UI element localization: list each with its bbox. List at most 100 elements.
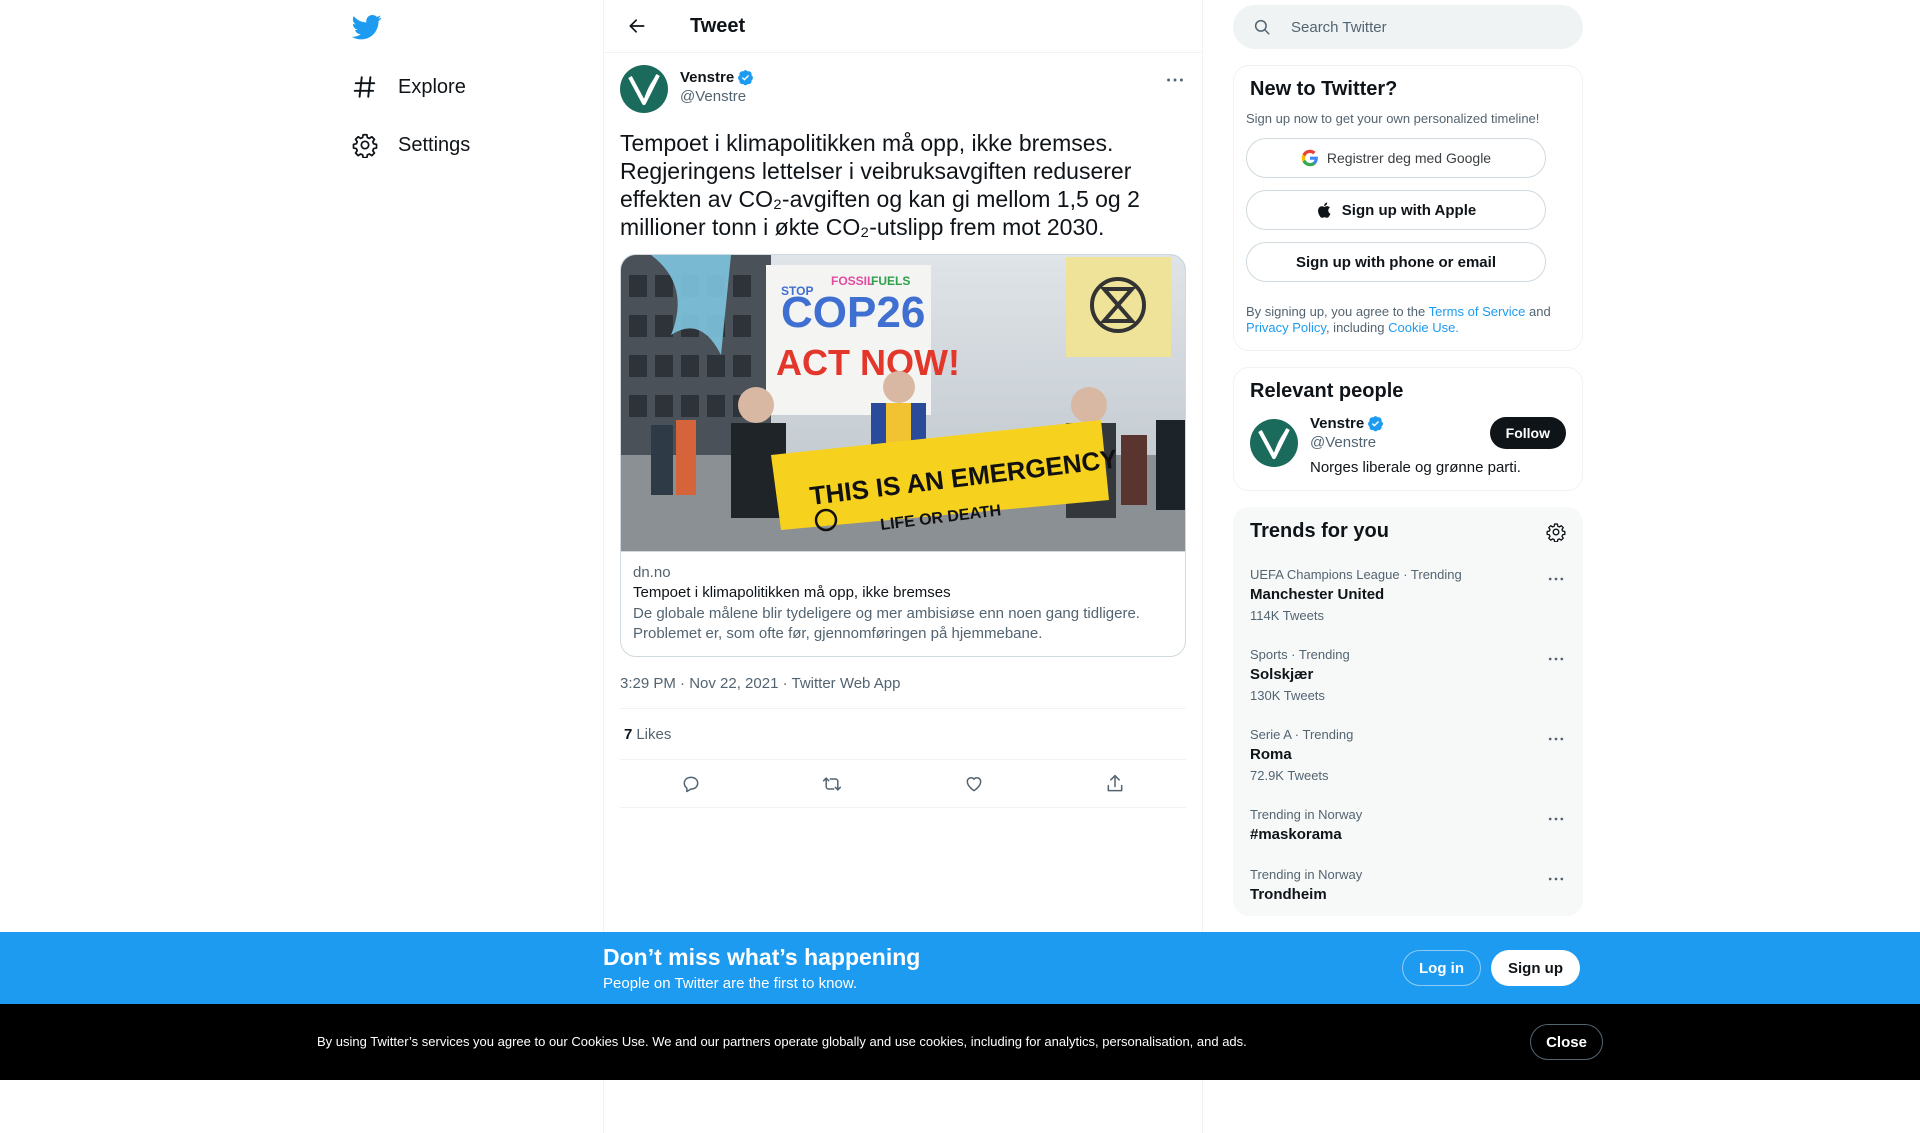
- retweet-button[interactable]: [815, 767, 849, 801]
- avatar[interactable]: [620, 65, 668, 113]
- signup-button[interactable]: Sign up: [1491, 950, 1580, 986]
- nav-explore[interactable]: Explore: [352, 67, 466, 107]
- twitter-logo-icon[interactable]: [352, 12, 382, 42]
- trend-name: Manchester United: [1250, 586, 1385, 603]
- back-button[interactable]: [620, 9, 654, 43]
- tweet: Venstre @Venstre Tempoet i klimapolitikk…: [604, 53, 1202, 808]
- trend-count: 72.9K Tweets: [1250, 768, 1329, 783]
- heart-icon: [966, 776, 982, 791]
- follow-button[interactable]: Follow: [1489, 417, 1566, 449]
- trend-item[interactable]: Trending in Norway Trondheim: [1234, 855, 1582, 915]
- tweet-actions: [620, 760, 1186, 808]
- banner-act-now: ACT NOW!: [776, 342, 960, 383]
- more-icon[interactable]: [1546, 729, 1566, 749]
- avatar[interactable]: [1250, 419, 1298, 467]
- hashtag-icon: [353, 76, 376, 98]
- trend-count: 114K Tweets: [1250, 608, 1324, 623]
- card-body: dn.no Tempoet i klimapolitikken må opp, …: [621, 551, 1185, 656]
- share-button[interactable]: [1098, 767, 1132, 801]
- trend-item[interactable]: Trending in Norway #maskorama: [1234, 795, 1582, 855]
- link-card[interactable]: COP26 ACT NOW! STOP FOSSIL FUELS THIS IS…: [620, 254, 1186, 657]
- banner-fossil: FOSSIL: [831, 274, 874, 288]
- login-button[interactable]: Log in: [1402, 950, 1481, 986]
- cookie-banner: By using Twitter’s services you agree to…: [0, 1004, 1920, 1080]
- google-signup-label: Registrer deg med Google: [1326, 150, 1492, 166]
- more-icon[interactable]: [1546, 649, 1566, 669]
- trend-meta: UEFA Champions League · Trending: [1250, 567, 1462, 582]
- relevant-people-box: Relevant people Venstre @Venstre Norges …: [1233, 367, 1583, 491]
- google-icon: [1301, 149, 1318, 167]
- trend-meta: Trending in Norway: [1250, 867, 1363, 882]
- reply-icon: [683, 776, 699, 792]
- signup-prompt-title: Don’t miss what’s happening: [603, 944, 921, 970]
- cookie-link[interactable]: Cookie Use.: [1388, 320, 1459, 335]
- cookie-close-button[interactable]: Close: [1530, 1024, 1603, 1060]
- trend-name: Roma: [1250, 746, 1292, 763]
- card-description: De globale målene blir tydeligere og mer…: [633, 605, 1140, 642]
- tweet-author-row: Venstre @Venstre: [620, 65, 1186, 117]
- right-sidebar: New to Twitter? Sign up now to get your …: [1233, 0, 1583, 916]
- google-signup-button[interactable]: Registrer deg med Google: [1246, 138, 1546, 178]
- person-handle: @Venstre: [1310, 434, 1377, 451]
- venstre-logo-icon: [628, 74, 660, 105]
- share-icon: [1107, 774, 1123, 791]
- apple-signup-label: Sign up with Apple: [1341, 201, 1477, 219]
- card-title: Tempoet i klimapolitikken må opp, ikke b…: [633, 584, 951, 601]
- gear-icon[interactable]: [1546, 522, 1566, 542]
- apple-signup-button[interactable]: Sign up with Apple: [1246, 190, 1546, 230]
- phone-signup-button[interactable]: Sign up with phone or email: [1246, 242, 1546, 282]
- more-icon[interactable]: [1546, 569, 1566, 589]
- tweet-stats[interactable]: 7 Likes: [620, 709, 1186, 760]
- nav-settings[interactable]: Settings: [352, 125, 470, 165]
- new-to-twitter-title: New to Twitter?: [1250, 78, 1398, 100]
- trend-count: 130K Tweets: [1250, 688, 1325, 703]
- banner-stop: STOP: [781, 284, 813, 298]
- person-info: Venstre @Venstre Norges liberale og grøn…: [1310, 415, 1521, 476]
- reply-button[interactable]: [674, 767, 708, 801]
- author-handle[interactable]: @Venstre: [680, 88, 754, 105]
- search-bar[interactable]: [1233, 5, 1583, 49]
- signup-prompt-subtitle: People on Twitter are the first to know.: [603, 975, 858, 992]
- trends-box: Trends for you UEFA Champions League · T…: [1233, 507, 1583, 916]
- nav-settings-label: Settings: [398, 133, 471, 156]
- author-name[interactable]: Venstre: [680, 69, 754, 86]
- terms-link[interactable]: Terms of Service: [1429, 304, 1526, 319]
- verified-badge-icon: [1368, 416, 1384, 432]
- person-bio: Norges liberale og grønne parti.: [1310, 459, 1521, 476]
- card-domain: dn.no: [633, 564, 671, 581]
- trend-item[interactable]: Serie A · Trending Roma 72.9K Tweets: [1234, 715, 1582, 795]
- new-to-twitter-box: New to Twitter? Sign up now to get your …: [1233, 65, 1583, 351]
- apple-icon: [1317, 202, 1331, 218]
- tweet-timestamp[interactable]: 3:29 PM · Nov 22, 2021 · Twitter Web App: [620, 657, 1186, 709]
- banner-fuels: FUELS: [871, 274, 910, 288]
- more-icon[interactable]: [1546, 869, 1566, 889]
- privacy-link[interactable]: Privacy Policy: [1246, 320, 1326, 335]
- trend-item[interactable]: UEFA Champions League · Trending Manches…: [1234, 555, 1582, 635]
- more-icon[interactable]: [1164, 69, 1186, 91]
- verified-badge-icon: [738, 70, 754, 86]
- trend-meta: Serie A · Trending: [1250, 727, 1354, 742]
- signup-legal-text: By signing up, you agree to the Terms of…: [1246, 304, 1551, 335]
- relevant-person[interactable]: Venstre @Venstre Norges liberale og grøn…: [1234, 415, 1582, 490]
- tweet-text: Tempoet i klimapolitikken må opp, ikke b…: [620, 130, 1147, 240]
- search-input[interactable]: [1291, 18, 1551, 36]
- gear-icon: [352, 133, 378, 158]
- cookie-text: By using Twitter’s services you agree to…: [317, 1034, 1247, 1049]
- retweet-icon: [823, 776, 842, 791]
- page-header: Tweet: [604, 0, 1202, 53]
- page-title: Tweet: [690, 14, 746, 37]
- trend-meta: Trending in Norway: [1250, 807, 1363, 822]
- trend-item[interactable]: Sports · Trending Solskjær 130K Tweets: [1234, 635, 1582, 715]
- search-icon: [1254, 19, 1270, 35]
- signup-prompt-bar: Don’t miss what’s happening People on Tw…: [0, 932, 1920, 1004]
- new-to-twitter-subtitle: Sign up now to get your own personalized…: [1246, 111, 1540, 126]
- trend-name: #maskorama: [1250, 826, 1342, 843]
- trends-title: Trends for you: [1250, 520, 1389, 542]
- more-icon[interactable]: [1546, 809, 1566, 829]
- card-image: COP26 ACT NOW! STOP FOSSIL FUELS THIS IS…: [621, 255, 1185, 551]
- trend-name: Trondheim: [1250, 886, 1327, 903]
- relevant-people-title: Relevant people: [1250, 380, 1404, 402]
- phone-signup-label: Sign up with phone or email: [1295, 253, 1496, 271]
- author-info: Venstre @Venstre: [680, 69, 754, 105]
- like-button[interactable]: [957, 767, 991, 801]
